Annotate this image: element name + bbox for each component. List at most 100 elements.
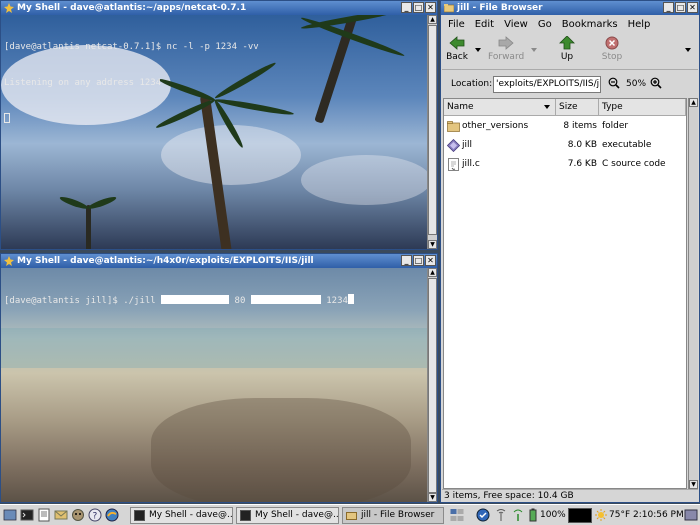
file-row[interactable]: jill.c 7.6 KB C source code [444,155,686,174]
redacted-block [250,295,321,304]
web-browser-icon[interactable] [105,508,119,522]
folder-icon [444,4,454,13]
column-header-type[interactable]: Type [599,99,686,116]
taskbar-task-file-browser[interactable]: jill - File Browser [342,507,444,524]
zoom-in-icon[interactable] [650,77,662,89]
terminal-titlebar[interactable]: My Shell - dave@atlantis:~/apps/netcat-0… [1,1,437,15]
up-button[interactable]: Up [558,36,576,62]
minimize-button[interactable]: _ [401,255,412,266]
menu-bar: File Edit View Go Bookmarks Help [442,16,698,33]
menu-help[interactable]: Help [628,19,651,30]
vertical-scrollbar[interactable]: ▲ ▼ [427,268,437,502]
file-row[interactable]: other_versions 8 items folder [444,117,686,136]
terminal-titlebar[interactable]: My Shell - dave@atlantis:~/h4x0r/exploit… [1,254,437,268]
executable-icon [447,139,460,152]
menu-edit[interactable]: Edit [475,19,494,30]
forward-button[interactable]: Forward [488,36,524,62]
maximize-button[interactable]: □ [413,255,424,266]
wireless-icon[interactable] [511,508,525,522]
minimize-button[interactable]: _ [401,2,412,13]
terminal-output[interactable]: [dave@atlantis netcat-0.7.1]$ nc -l -p 1… [1,15,427,249]
file-browser-titlebar[interactable]: jill - File Browser _ □ ✕ [441,1,699,15]
c-source-icon [448,158,459,171]
text-editor-icon[interactable] [37,508,51,522]
back-button[interactable]: Back [446,36,468,62]
back-arrow-icon [449,36,465,50]
terminal-icon [134,510,145,521]
minimize-button[interactable]: _ [663,2,674,13]
file-size: 8.0 KB [567,140,597,150]
cpu-monitor-graph[interactable] [568,508,592,523]
update-notifier-icon[interactable] [476,508,490,522]
clock[interactable]: 2:10:56 PM [633,508,684,523]
taskbar-task-shell-1[interactable]: My Shell - dave@... [130,507,233,524]
terminal-window-bottom[interactable]: My Shell - dave@atlantis:~/h4x0r/exploit… [0,253,438,503]
column-header-size[interactable]: Size [556,99,599,116]
file-type: executable [602,140,652,150]
column-header-name[interactable]: Name [444,99,556,116]
vertical-scrollbar[interactable]: ▲ ▼ [427,15,437,249]
zoom-level[interactable]: 50% [626,79,646,89]
show-desktop-icon[interactable] [684,508,698,522]
menu-file[interactable]: File [448,19,465,30]
svg-text:?: ? [93,512,98,522]
workspace-switcher-icon[interactable] [450,508,464,522]
forward-history-dropdown[interactable] [531,48,537,52]
vertical-scrollbar[interactable]: ▲ ▼ [688,98,698,489]
close-button[interactable]: ✕ [425,255,436,266]
scroll-thumb[interactable] [428,25,437,235]
close-button[interactable]: ✕ [425,2,436,13]
scroll-down-arrow[interactable]: ▼ [428,240,437,249]
help-icon[interactable]: ? [88,508,102,522]
scroll-up-arrow[interactable]: ▲ [689,98,698,107]
file-browser-window[interactable]: jill - File Browser _ □ ✕ File Edit View… [440,0,700,503]
gimp-icon[interactable] [71,508,85,522]
taskbar-task-shell-2[interactable]: My Shell - dave@... [236,507,339,524]
folder-icon [447,121,460,132]
window-title: My Shell - dave@atlantis:~/apps/netcat-0… [17,3,247,13]
location-input[interactable]: 'exploits/EXPLOITS/IIS/jill [493,76,601,93]
menu-go[interactable]: Go [538,19,552,30]
terminal-launcher-icon[interactable] [20,508,34,522]
taskbar: ? My Shell - dave@... My Shell - dave@..… [0,504,700,525]
scroll-down-arrow[interactable]: ▼ [428,493,437,502]
status-bar: 3 items, Free space: 10.4 GB [442,489,698,502]
scroll-thumb[interactable] [428,278,437,493]
terminal-output[interactable]: [dave@atlantis jill]$ ./jill 80 1234 [1,268,427,502]
text-cursor [4,113,10,123]
window-title: My Shell - dave@atlantis:~/h4x0r/exploit… [17,256,314,266]
maximize-button[interactable]: □ [675,2,686,13]
zoom-out-icon[interactable] [608,77,620,89]
terminal-window-top[interactable]: My Shell - dave@atlantis:~/apps/netcat-0… [0,0,438,250]
text-cursor [347,294,354,304]
scroll-up-arrow[interactable]: ▲ [428,15,437,24]
close-button[interactable]: ✕ [687,2,698,13]
menu-bookmarks[interactable]: Bookmarks [562,19,618,30]
terminal-arg: 1234 [320,296,348,306]
file-type: folder [602,121,629,131]
menu-view[interactable]: View [504,19,528,30]
file-list[interactable]: Name Size Type other_versions 8 items fo… [443,98,687,489]
battery-icon [529,508,537,522]
scroll-down-arrow[interactable]: ▼ [689,480,698,489]
folder-icon [346,512,357,520]
terminal-prompt: [dave@atlantis jill]$ ./jill [4,296,162,306]
terminal-line: [dave@atlantis netcat-0.7.1]$ nc -l -p 1… [4,42,259,52]
stop-button[interactable]: Stop [601,36,623,62]
back-history-dropdown[interactable] [475,48,481,52]
maximize-button[interactable]: □ [413,2,424,13]
up-arrow-icon [559,36,575,50]
sort-descending-icon [544,105,550,109]
mail-icon[interactable] [54,508,68,522]
scroll-up-arrow[interactable]: ▲ [428,268,437,277]
file-row[interactable]: jill 8.0 KB executable [444,136,686,155]
network-icon[interactable] [494,508,508,522]
terminal-icon [4,256,14,266]
toolbar-overflow-arrow[interactable] [685,48,691,52]
main-menu-icon[interactable] [3,508,17,522]
stop-icon [605,36,619,50]
terminal-line: Listening on any address 1234 [4,78,162,88]
file-type: C source code [602,159,666,169]
terminal-icon [240,510,251,521]
forward-arrow-icon [498,36,514,50]
